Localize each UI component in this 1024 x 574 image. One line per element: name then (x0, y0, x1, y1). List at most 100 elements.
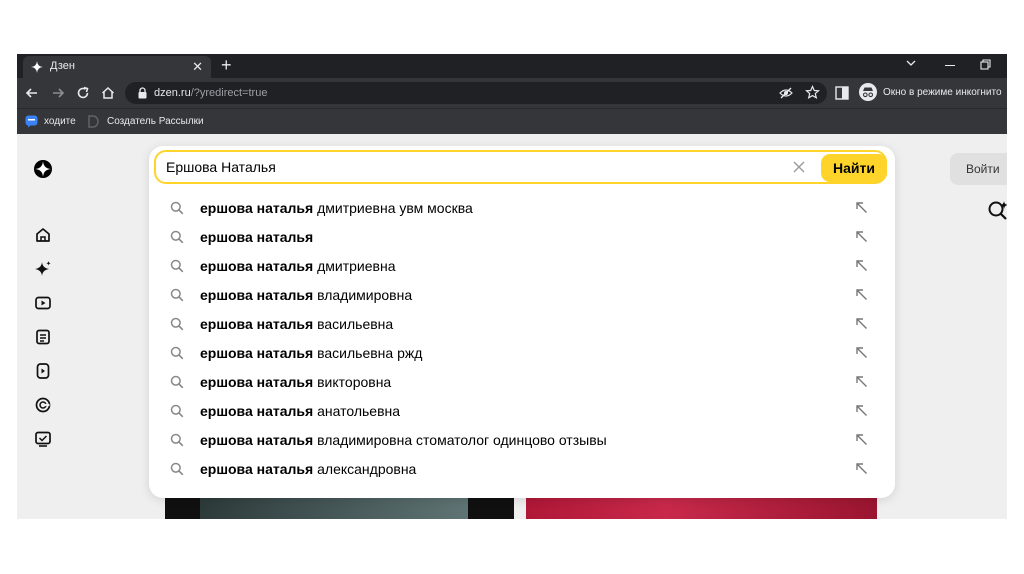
address-bar[interactable]: dzen.ru/?yredirect=true (125, 82, 827, 104)
tab-dzen[interactable]: Дзен ✕ (23, 56, 211, 78)
chevron-down-icon[interactable] (905, 57, 917, 69)
chat-bubble-icon (25, 115, 38, 128)
dzen-logo-icon (31, 61, 43, 73)
arrow-up-left-icon[interactable] (855, 375, 868, 388)
suggestion-text: ершова наталья анатольевна (200, 403, 400, 419)
eye-off-icon[interactable] (779, 86, 793, 100)
suggestion-text: ершова наталья дмитриевна увм москва (200, 200, 473, 216)
search-icon (170, 317, 184, 331)
tab-title: Дзен (50, 60, 75, 72)
suggestion-item[interactable]: ершова наталья владимировна (149, 281, 895, 310)
tv-icon[interactable] (34, 430, 52, 448)
search-icon (170, 404, 184, 418)
login-label: Войти (966, 162, 1000, 176)
bookmark-item-1[interactable]: ходите (44, 116, 76, 127)
suggestion-bold: ершова наталья (200, 461, 314, 477)
star-icon[interactable] (805, 85, 820, 100)
side-panel-icon[interactable] (835, 86, 849, 100)
bookmarks-bar: ходите Создатель Рассылки (17, 108, 1007, 134)
url-text[interactable]: dzen.ru/?yredirect=true (154, 87, 267, 99)
tab-strip: Дзен ✕ + (17, 54, 1007, 78)
bookmark-item-2[interactable]: Создатель Рассылки (107, 116, 204, 127)
home-icon[interactable] (100, 85, 116, 101)
suggestion-item[interactable]: ершова наталья викторовна (149, 368, 895, 397)
suggestion-text: ершова наталья викторовна (200, 374, 391, 390)
suggestion-item[interactable]: ершова наталья васильевна (149, 310, 895, 339)
new-tab-icon[interactable]: + (221, 55, 232, 76)
clips-icon[interactable] (34, 362, 52, 380)
arrow-up-left-icon[interactable] (855, 404, 868, 417)
search-input[interactable] (166, 156, 766, 178)
search-icon (170, 288, 184, 302)
video-icon[interactable] (34, 294, 52, 312)
search-sparkle-icon[interactable] (987, 200, 1007, 222)
arrow-up-left-icon[interactable] (855, 259, 868, 272)
find-button[interactable]: Найти (821, 154, 887, 182)
suggestion-item[interactable]: ершова наталья александровна (149, 455, 895, 484)
suggestion-bold: ершова наталья (200, 200, 314, 216)
suggestion-bold: ершова наталья (200, 374, 314, 390)
suggestion-bold: ершова наталья (200, 316, 314, 332)
close-icon[interactable]: ✕ (192, 59, 203, 75)
arrow-up-left-icon[interactable] (855, 433, 868, 446)
suggestion-bold: ершова наталья (200, 345, 314, 361)
search-box[interactable]: Найти (154, 150, 887, 184)
suggestion-item[interactable]: ершова наталья анатольевна (149, 397, 895, 426)
suggestion-item[interactable]: ершова наталья дмитриевна (149, 252, 895, 281)
suggestion-rest: дмитриевна увм москва (313, 200, 473, 216)
sparkle-icon[interactable] (34, 260, 52, 278)
suggestion-item[interactable]: ершова наталья (149, 223, 895, 252)
search-icon (170, 230, 184, 244)
suggestion-text: ершова наталья дмитриевна (200, 258, 395, 274)
suggestion-rest: александровна (313, 461, 417, 477)
suggestion-rest: васильевна ржд (313, 345, 423, 361)
suggestion-bold: ершова наталья (200, 432, 314, 448)
minimize-icon[interactable] (945, 65, 955, 66)
search-icon (170, 433, 184, 447)
article-icon[interactable] (34, 328, 52, 346)
search-icon (170, 375, 184, 389)
close-icon[interactable] (793, 161, 805, 173)
incognito-label[interactable]: Окно в режиме инкогнито (883, 87, 1002, 98)
search-icon (170, 201, 184, 215)
lock-icon[interactable] (137, 87, 148, 99)
suggestion-text: ершова наталья васильевна ржд (200, 345, 422, 361)
search-suggest-popup: Найти ершова наталья дмитриевна увм моск… (149, 146, 895, 498)
suggestion-rest: анатольевна (313, 403, 401, 419)
suggestion-item[interactable]: ершова наталья владимировна стоматолог о… (149, 426, 895, 455)
arrow-up-left-icon[interactable] (855, 201, 868, 214)
suggestion-rest: дмитриевна (313, 258, 396, 274)
feed-card-2[interactable] (526, 496, 877, 519)
suggestion-bold: ершова наталья (200, 287, 314, 303)
dzen-logo-icon[interactable] (34, 160, 52, 178)
channels-icon[interactable] (34, 396, 52, 414)
suggestion-item[interactable]: ершова наталья васильевна ржд (149, 339, 895, 368)
back-arrow-icon[interactable] (24, 85, 40, 101)
arrow-up-left-icon[interactable] (855, 230, 868, 243)
url-host: dzen.ru (154, 87, 191, 99)
feed-card-1[interactable] (165, 496, 514, 519)
dashamail-logo-icon (88, 115, 99, 128)
arrow-up-left-icon[interactable] (855, 346, 868, 359)
reload-icon[interactable] (75, 85, 91, 101)
url-path: /?yredirect=true (190, 87, 268, 99)
arrow-up-left-icon[interactable] (855, 288, 868, 301)
suggestion-item[interactable]: ершова наталья дмитриевна увм москва (149, 194, 895, 223)
arrow-up-left-icon[interactable] (855, 462, 868, 475)
suggestion-bold: ершова наталья (200, 229, 314, 245)
search-icon (170, 259, 184, 273)
restore-icon[interactable] (980, 59, 991, 70)
suggestion-bold: ершова наталья (200, 403, 314, 419)
search-icon (170, 462, 184, 476)
suggestion-text: ершова наталья владимировна стоматолог о… (200, 432, 607, 448)
search-icon (170, 346, 184, 360)
suggestion-rest: владимировна (313, 287, 413, 303)
home-icon[interactable] (34, 226, 52, 244)
suggestion-text: ершова наталья васильевна (200, 316, 393, 332)
arrow-up-left-icon[interactable] (855, 317, 868, 330)
login-button[interactable]: Войти (950, 153, 1007, 185)
suggestion-text: ершова наталья александровна (200, 461, 416, 477)
suggestions-list: ершова наталья дмитриевна увм москва ершо… (149, 194, 895, 484)
incognito-icon[interactable] (859, 83, 877, 101)
forward-arrow-icon[interactable] (50, 85, 66, 101)
